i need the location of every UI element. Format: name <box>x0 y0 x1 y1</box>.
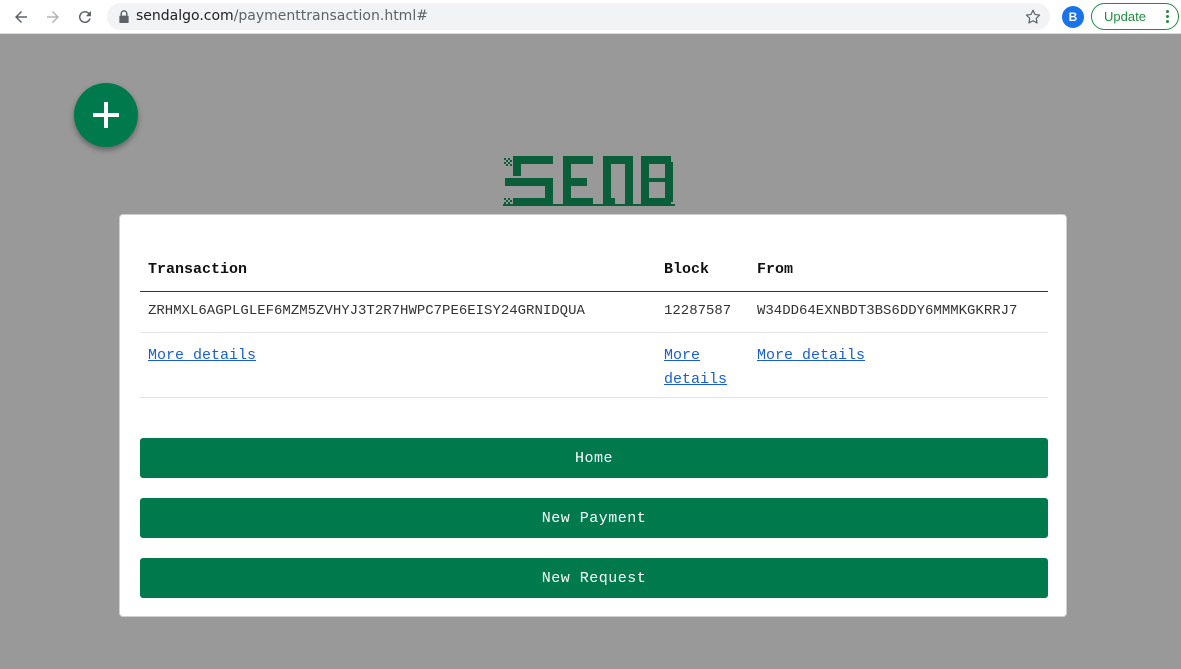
new-payment-button[interactable]: New Payment <box>140 498 1048 538</box>
block-details-link[interactable]: More details <box>664 347 727 388</box>
transaction-table: Transaction Block From ZRHMXL6AGPLGLEF6M… <box>140 253 1048 398</box>
update-button[interactable]: Update <box>1091 3 1179 30</box>
url-path: /paymenttransaction.html# <box>233 8 428 24</box>
url-text: sendalgo.com/paymenttransaction.html# <box>136 8 428 24</box>
header-from: From <box>749 253 1048 292</box>
header-block: Block <box>656 253 749 292</box>
table-row: More details More details More details <box>140 332 1048 398</box>
profile-avatar[interactable]: B <box>1062 6 1084 28</box>
update-label: Update <box>1104 9 1146 24</box>
bookmark-star-icon[interactable] <box>1024 8 1042 26</box>
add-fab-button[interactable] <box>74 83 138 147</box>
header-transaction: Transaction <box>140 253 656 292</box>
forward-arrow-icon[interactable] <box>41 5 65 29</box>
reload-icon[interactable] <box>73 5 97 29</box>
new-request-button[interactable]: New Request <box>140 558 1048 598</box>
transaction-details-link[interactable]: More details <box>148 347 256 364</box>
transaction-card: Transaction Block From ZRHMXL6AGPLGLEF6M… <box>119 214 1067 617</box>
from-details-link[interactable]: More details <box>757 347 865 364</box>
plus-icon <box>93 102 119 128</box>
back-arrow-icon[interactable] <box>9 5 33 29</box>
send-logo <box>503 156 675 206</box>
block-number: 12287587 <box>656 291 749 333</box>
url-domain: sendalgo.com <box>136 8 234 24</box>
home-button[interactable]: Home <box>140 438 1048 478</box>
lock-icon <box>119 10 129 23</box>
browser-toolbar: sendalgo.com/paymenttransaction.html# B … <box>0 0 1181 34</box>
table-row: ZRHMXL6AGPLGLEF6MZM5ZVHYJ3T2R7HWPC7PE6EI… <box>140 291 1048 333</box>
table-header-row: Transaction Block From <box>140 253 1048 292</box>
more-vert-icon <box>1166 10 1169 23</box>
transaction-id: ZRHMXL6AGPLGLEF6MZM5ZVHYJ3T2R7HWPC7PE6EI… <box>140 291 656 333</box>
from-address: W34DD64EXNBDT3BS6DDY6MMMKGKRRJ7 <box>749 291 1048 333</box>
address-bar[interactable]: sendalgo.com/paymenttransaction.html# <box>107 3 1050 30</box>
